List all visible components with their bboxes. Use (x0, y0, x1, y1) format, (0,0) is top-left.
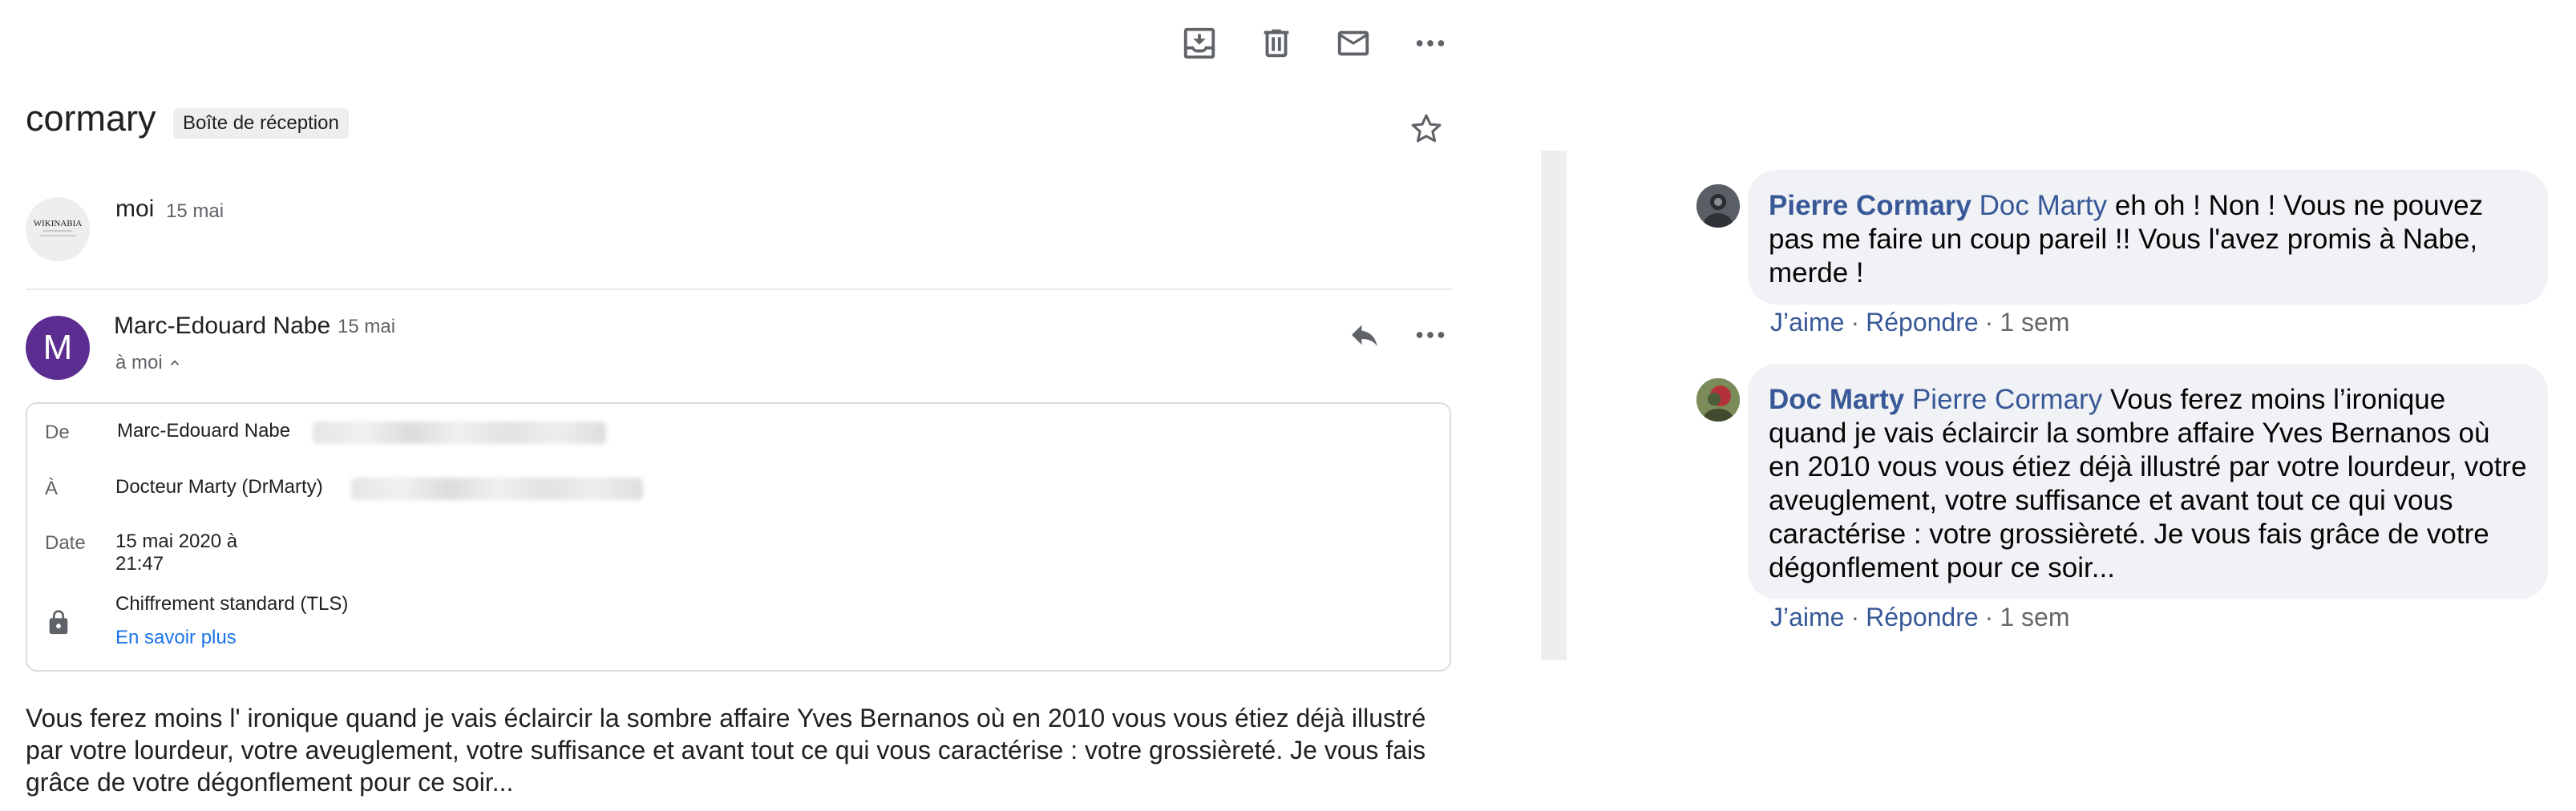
like-link[interactable]: J’aime (1770, 603, 1844, 631)
comment-bubble: Doc Marty Pierre Cormary Vous ferez moin… (1748, 364, 2548, 599)
separator-dot: · (1850, 308, 1860, 337)
more-horizontal-icon (1416, 332, 1445, 338)
wikinabia-logo: WIKINABIA (26, 197, 90, 261)
comment-actions: J’aime · Répondre · 1 sem (1770, 308, 2069, 337)
profile-photo (1696, 378, 1740, 422)
commenter-avatar[interactable] (1696, 184, 1740, 228)
comment-actions: J’aime · Répondre · 1 sem (1770, 603, 2069, 632)
sender-avatar: M (26, 316, 90, 380)
comment-author[interactable]: Doc Marty (1769, 384, 1904, 415)
archive-icon (1183, 27, 1215, 59)
avatar-letter: M (42, 328, 73, 367)
like-link[interactable]: J’aime (1770, 308, 1844, 337)
mail-icon (1337, 30, 1369, 56)
separator-dot: · (1850, 603, 1860, 631)
date-value-line2: 21:47 (115, 553, 164, 575)
comment-author[interactable]: Pierre Cormary (1769, 190, 1971, 221)
to-value: Docteur Marty (DrMarty) (115, 476, 323, 498)
message-date: 15 mai (338, 316, 396, 337)
message-details-panel: De Marc-Edouard Nabe À Docteur Marty (Dr… (26, 402, 1451, 672)
divider-panel (1541, 151, 1567, 660)
to-label: À (45, 478, 59, 499)
comment-mention[interactable]: Pierre Cormary (1912, 384, 2102, 415)
trash-icon (1264, 29, 1289, 58)
message-divider (26, 288, 1453, 290)
recipients-label: à moi (115, 352, 163, 373)
sender-name[interactable]: moi (115, 196, 154, 223)
mark-unread-button[interactable] (1331, 21, 1376, 66)
comment-bubble: Pierre Cormary Doc Marty eh oh ! Non ! V… (1748, 170, 2548, 305)
inbox-label-chip[interactable]: Boîte de réception (173, 108, 349, 139)
comment-mention[interactable]: Doc Marty (1980, 190, 2107, 221)
date-value-line1: 15 mai 2020 à (115, 531, 238, 552)
learn-more-link[interactable]: En savoir plus (115, 627, 237, 649)
redacted-email (351, 478, 643, 500)
sender-avatar-wikinabia: WIKINABIA (26, 197, 90, 261)
sender-name[interactable]: Marc-Edouard Nabe (114, 313, 330, 340)
star-icon[interactable] (1408, 111, 1445, 147)
reply-button[interactable] (1342, 313, 1387, 357)
delete-button[interactable] (1254, 21, 1299, 66)
lock-icon (49, 610, 68, 635)
message-body: Vous ferez moins l' ironique quand je va… (26, 704, 1426, 797)
message-date: 15 mai (166, 200, 224, 222)
reply-link[interactable]: Répondre (1866, 603, 1979, 631)
chevron-up-icon (170, 360, 179, 365)
commenter-avatar[interactable] (1696, 378, 1740, 422)
from-value: Marc-Edouard Nabe (117, 420, 291, 442)
reply-icon (1352, 325, 1377, 347)
security-value: Chiffrement standard (TLS) (115, 593, 349, 615)
email-subject: cormary (26, 98, 156, 139)
reply-link[interactable]: Répondre (1866, 308, 1979, 337)
comment-time[interactable]: 1 sem (2000, 308, 2069, 337)
recipients-toggle[interactable]: à moi (115, 352, 182, 374)
more-horizontal-icon (1416, 40, 1445, 46)
svg-text:WIKINABIA: WIKINABIA (34, 219, 83, 228)
message-more-button[interactable] (1408, 313, 1453, 357)
from-label: De (45, 422, 70, 443)
comment-time[interactable]: 1 sem (2000, 603, 2069, 631)
archive-button[interactable] (1177, 21, 1222, 66)
redacted-email (313, 422, 606, 444)
date-label: Date (45, 532, 86, 554)
profile-photo (1696, 184, 1740, 228)
separator-dot: · (1984, 308, 1994, 337)
separator-dot: · (1984, 603, 1994, 631)
more-options-button[interactable] (1408, 21, 1453, 66)
